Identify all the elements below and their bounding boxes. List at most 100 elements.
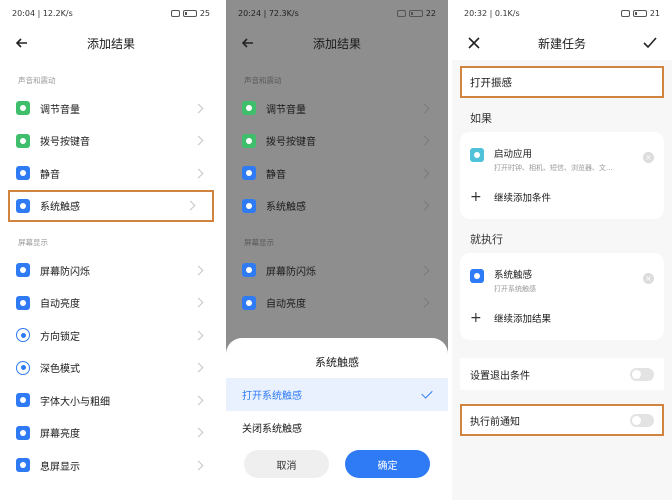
back-arrow-icon[interactable] <box>240 35 256 51</box>
status-time: 20:24 | 72.3K/s <box>238 8 299 18</box>
remove-icon[interactable]: × <box>643 152 654 163</box>
chevron-right-icon <box>193 362 204 373</box>
chevron-right-icon <box>419 135 430 146</box>
list-item-volume[interactable]: 调节音量 <box>0 92 222 125</box>
auto-brightness-icon <box>242 295 256 310</box>
new-task-screen: 20:32 | 0.1K/s 21 新建任务 打开振感 如果 启动应用 打开时钟、… <box>452 0 672 500</box>
chevron-right-icon <box>419 103 430 114</box>
section-sound-vibration: 声音和震动 <box>244 76 282 85</box>
list-item-brightness[interactable]: 屏幕亮度 <box>0 417 222 450</box>
section-display: 屏幕显示 <box>18 238 48 247</box>
mute-icon <box>242 166 256 181</box>
then-label: 就执行 <box>470 233 503 246</box>
battery-level: 25 <box>199 8 210 18</box>
signal-icon <box>170 9 180 17</box>
close-icon[interactable] <box>466 35 482 51</box>
result-haptics[interactable]: 系统触感 打开系统触感 × <box>460 259 664 302</box>
if-card: 启动应用 打开时钟、相机、短信、浏览器、文... × + 继续添加条件 <box>460 132 664 219</box>
chevron-right-icon <box>193 265 204 276</box>
sheet-title: 系统触感 <box>315 356 359 369</box>
chevron-right-icon <box>193 135 204 146</box>
list-item-mute[interactable]: 静音 <box>226 157 448 190</box>
add-result-button[interactable]: + 继续添加结果 <box>460 302 664 334</box>
dialpad-icon <box>242 133 256 148</box>
task-name-field[interactable]: 打开振感 <box>460 66 664 98</box>
exit-condition-row: 设置退出条件 <box>460 358 664 390</box>
list-item-mute[interactable]: 静音 <box>0 157 222 190</box>
app-launch-icon <box>470 148 484 162</box>
screen-icon <box>242 263 256 278</box>
list-item-haptics[interactable]: 系统触感 <box>226 190 448 223</box>
dialpad-icon <box>16 133 30 148</box>
page-title: 添加结果 <box>86 36 135 51</box>
font-icon <box>16 393 30 408</box>
haptics-icon <box>16 198 30 213</box>
section-display: 屏幕显示 <box>244 238 274 247</box>
list-item-anti-flicker[interactable]: 屏幕防闪烁 <box>0 254 222 287</box>
list-item-rotation-lock[interactable]: 方向锁定 <box>0 319 222 352</box>
list-item-font-size[interactable]: 字体大小与粗细 <box>0 384 222 417</box>
list-item-aod[interactable]: 息屏显示 <box>0 449 222 482</box>
option-haptics-off[interactable]: 关闭系统触感 <box>226 411 448 444</box>
back-arrow-icon[interactable] <box>14 35 30 51</box>
chevron-right-icon <box>193 330 204 341</box>
then-card: 系统触感 打开系统触感 × + 继续添加结果 <box>460 253 664 340</box>
status-time: 20:32 | 0.1K/s <box>464 8 520 18</box>
haptics-sheet-screen: 20:24 | 72.3K/s 22 添加结果 声音和震动 调节音量 拨号按键音… <box>226 0 448 500</box>
section-sound-vibration: 声音和震动 <box>18 76 56 85</box>
add-condition-button[interactable]: + 继续添加条件 <box>460 181 664 213</box>
haptics-bottom-sheet: 系统触感 打开系统触感 关闭系统触感 取消 确定 <box>226 338 448 500</box>
condition-launch-app[interactable]: 启动应用 打开时钟、相机、短信、浏览器、文... × <box>460 138 664 181</box>
list-item-haptics[interactable]: 系统触感 <box>8 189 214 222</box>
plus-icon: + <box>470 310 482 326</box>
rotation-lock-icon <box>16 328 30 343</box>
status-bar: 20:24 | 72.3K/s 22 <box>226 0 448 26</box>
volume-icon <box>16 101 30 116</box>
chevron-right-icon <box>193 395 204 406</box>
mute-icon <box>16 166 30 181</box>
header: 添加结果 <box>226 26 448 60</box>
confirm-check-icon[interactable] <box>642 35 658 51</box>
battery-icon <box>408 9 423 17</box>
volume-icon <box>242 101 256 116</box>
brightness-icon <box>16 425 30 440</box>
battery-level: 22 <box>425 8 436 18</box>
battery-icon <box>182 9 197 17</box>
signal-icon <box>620 9 630 17</box>
header: 添加结果 <box>0 26 222 60</box>
list-item-volume[interactable]: 调节音量 <box>226 92 448 125</box>
list-item-dial-tone[interactable]: 拨号按键音 <box>0 125 222 158</box>
remove-icon[interactable]: × <box>643 273 654 284</box>
if-label: 如果 <box>470 112 492 125</box>
list-item-auto-brightness[interactable]: 自动亮度 <box>226 287 448 320</box>
chevron-right-icon <box>185 200 196 211</box>
notify-before-row: 执行前通知 <box>460 404 664 436</box>
list-item-anti-flicker[interactable]: 屏幕防闪烁 <box>226 254 448 287</box>
notify-before-toggle[interactable] <box>630 413 654 427</box>
battery-level: 21 <box>649 8 660 18</box>
list-item-dark-mode[interactable]: 深色模式 <box>0 352 222 385</box>
exit-condition-toggle[interactable] <box>630 367 654 381</box>
chevron-right-icon <box>419 265 430 276</box>
confirm-button[interactable]: 确定 <box>345 450 430 478</box>
dark-mode-icon <box>16 360 30 375</box>
chevron-right-icon <box>419 168 430 179</box>
page-title: 新建任务 <box>537 36 586 51</box>
status-bar: 20:32 | 0.1K/s 21 <box>452 0 672 26</box>
plus-icon: + <box>470 189 482 205</box>
checkmark-icon <box>421 387 433 399</box>
cancel-button[interactable]: 取消 <box>244 450 329 478</box>
haptics-icon <box>470 269 484 283</box>
list-item-auto-brightness[interactable]: 自动亮度 <box>0 287 222 320</box>
option-haptics-on[interactable]: 打开系统触感 <box>226 378 448 411</box>
chevron-right-icon <box>419 297 430 308</box>
list-item-dial-tone[interactable]: 拨号按键音 <box>226 125 448 158</box>
chevron-right-icon <box>193 460 204 471</box>
page-title: 添加结果 <box>312 36 361 51</box>
chevron-right-icon <box>419 200 430 211</box>
status-bar: 20:04 | 12.2K/s 25 <box>0 0 222 26</box>
screen-icon <box>16 263 30 278</box>
haptics-icon <box>242 198 256 213</box>
chevron-right-icon <box>193 427 204 438</box>
chevron-right-icon <box>193 103 204 114</box>
